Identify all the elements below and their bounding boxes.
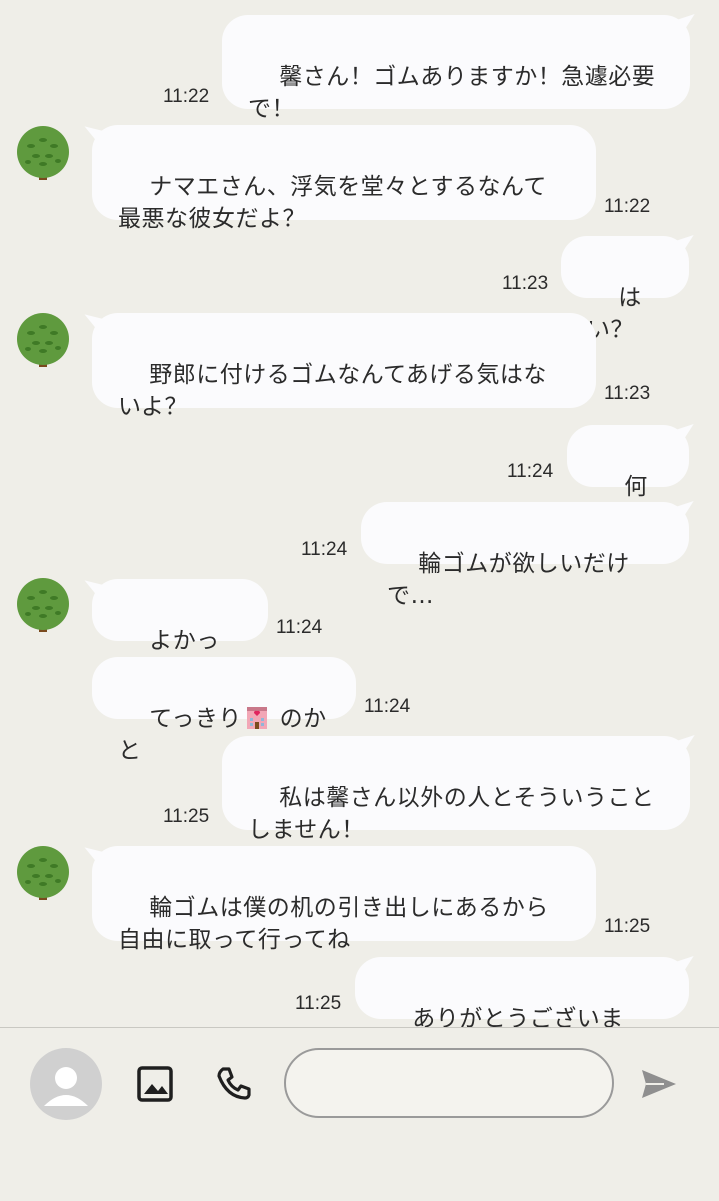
message-text: 野郎に付けるゴムなんてあげる気はな いよ？ xyxy=(118,362,547,420)
message-time: 11:22 xyxy=(604,196,651,217)
love-hotel-emoji xyxy=(244,704,270,730)
message-bubble-incoming: ナマエさん、浮気を堂々とするなんて 最悪な彼女だよ？ xyxy=(92,125,596,232)
message-text: てっきり xyxy=(149,706,242,732)
message-time: 11:24 xyxy=(301,539,348,560)
tree-icon[interactable] xyxy=(16,844,70,904)
message-bubble-outgoing: はい？ xyxy=(561,236,689,343)
message-time: 11:25 xyxy=(295,993,342,1014)
message-bubble-incoming: よかった… xyxy=(92,579,268,686)
message-time: 11:24 xyxy=(364,696,411,717)
message-bubble-outgoing: ありがとうございます！ xyxy=(355,957,689,1064)
message-time: 11:23 xyxy=(604,383,651,404)
chat-area: 馨さん！ゴムありますか！急遽必要 で！ 11:22 ナマエさん、浮気を堂々とする… xyxy=(0,0,719,1064)
message-bubble-incoming: 輪ゴムは僕の机の引き出しにあるから 自由に取って行ってね xyxy=(92,846,596,953)
message-time: 11:25 xyxy=(604,916,651,937)
message-time: 11:24 xyxy=(507,461,554,482)
message-bubble-outgoing: 輪ゴムが欲しいだけで… xyxy=(361,502,689,609)
message-input[interactable] xyxy=(284,1048,614,1118)
message-bubble-outgoing: 私は馨さん以外の人とそういうこと しません！ xyxy=(222,736,690,843)
message-time: 11:22 xyxy=(163,86,210,107)
message-text: ナマエさん、浮気を堂々とするなんて 最悪な彼女だよ？ xyxy=(118,174,547,232)
message-time: 11:24 xyxy=(276,617,323,638)
phone-icon[interactable] xyxy=(213,1064,253,1104)
message-time: 11:23 xyxy=(502,273,549,294)
message-time: 11:25 xyxy=(163,806,210,827)
send-icon[interactable] xyxy=(639,1064,679,1104)
message-text: 私は馨さん以外の人とそういうこと しません！ xyxy=(248,785,655,843)
input-bar xyxy=(0,1027,719,1201)
person-icon[interactable] xyxy=(30,1048,102,1120)
message-bubble-incoming: てっきり のかと xyxy=(92,657,356,764)
message-bubble-outgoing: 馨さん！ゴムありますか！急遽必要 で！ xyxy=(222,15,690,122)
message-text: 馨さん！ゴムありますか！急遽必要 で！ xyxy=(248,64,656,122)
message-text: 輪ゴムは僕の机の引き出しにあるから 自由に取って行ってね xyxy=(118,895,549,953)
image-icon[interactable] xyxy=(135,1064,175,1104)
message-bubble-outgoing: 何を… xyxy=(567,425,689,532)
tree-icon[interactable] xyxy=(16,576,70,636)
message-text: 輪ゴムが欲しいだけで… xyxy=(387,551,630,609)
message-bubble-incoming: 野郎に付けるゴムなんてあげる気はな いよ？ xyxy=(92,313,596,420)
tree-icon[interactable] xyxy=(16,124,70,184)
tree-icon[interactable] xyxy=(16,311,70,371)
